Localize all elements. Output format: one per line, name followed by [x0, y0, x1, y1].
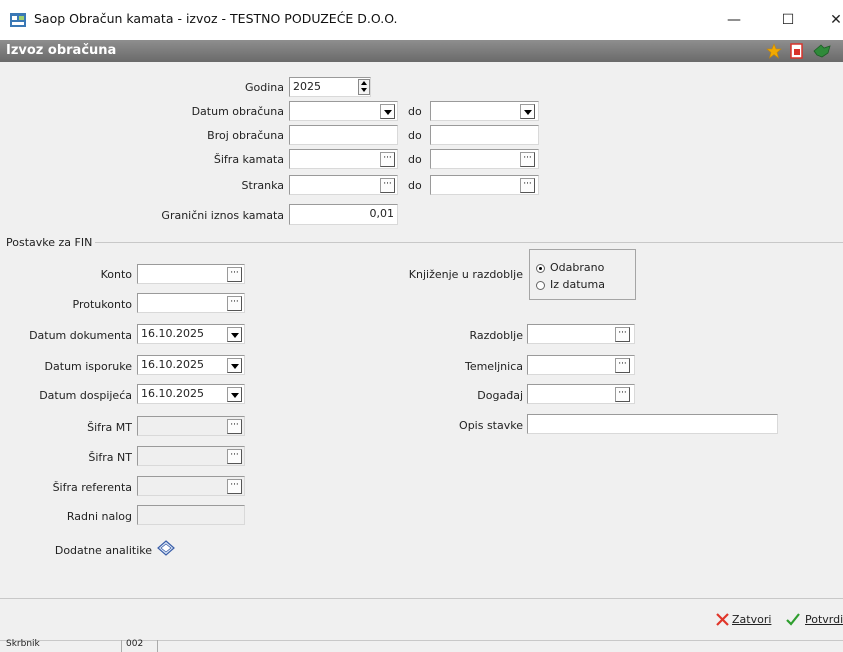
stranka-label: Stranka [241, 179, 284, 192]
knjizenje-radio-group: Odabrano Iz datuma [529, 249, 636, 300]
dodatne-analitike-label: Dodatne analitike [54, 544, 152, 557]
dogadaj-label: Događaj [477, 389, 523, 402]
sifra-kamata-label: Šifra kamata [213, 153, 284, 166]
dogadaj-lookup-button[interactable]: ··· [615, 387, 630, 402]
sifra-mt-label: Šifra MT [87, 421, 132, 434]
sifra-kamata-from-lookup-button[interactable]: ··· [380, 152, 395, 167]
datum-obracuna-to-dropdown[interactable] [520, 104, 535, 119]
status-bar: Skrbnik 002 [0, 639, 843, 652]
star-icon[interactable] [766, 43, 782, 59]
form-header: Izvoz obračuna [0, 40, 843, 62]
godina-label: Godina [244, 81, 284, 94]
close-icon [716, 613, 729, 626]
godina-spinner[interactable] [358, 79, 370, 95]
opis-stavke-input[interactable] [527, 414, 778, 434]
radio-iz-datuma-label[interactable]: Iz datuma [550, 278, 605, 291]
section-title: Postavke za FIN [6, 236, 96, 249]
checkmark-icon [786, 613, 800, 626]
temeljnica-label: Temeljnica [464, 360, 523, 373]
zatvori-label[interactable]: Zatvori [732, 613, 771, 626]
document-icon[interactable] [790, 43, 804, 59]
potvrdi-button[interactable]: Potvrdi [786, 611, 843, 629]
status-code: 002 [126, 639, 144, 649]
broj-obracuna-from[interactable] [289, 125, 398, 145]
temeljnica-lookup-button[interactable]: ··· [615, 358, 630, 373]
do-label: do [408, 153, 422, 166]
protukonto-label: Protukonto [72, 298, 132, 311]
opis-stavke-label: Opis stavke [459, 419, 523, 432]
sifra-nt-label: Šifra NT [88, 451, 132, 464]
radni-nalog-input[interactable] [137, 505, 245, 525]
datum-obracuna-from-dropdown[interactable] [380, 104, 395, 119]
sifra-kamata-to-lookup-button[interactable]: ··· [520, 152, 535, 167]
radio-iz-datuma[interactable] [536, 281, 545, 290]
knjizenje-label: Knjiženje u razdoblje [408, 268, 523, 281]
granicni-iznos-label: Granični iznos kamata [161, 209, 284, 222]
datum-dospijeca-label: Datum dospijeća [39, 389, 132, 402]
status-user-label: Skrbnik [6, 639, 40, 649]
app-icon [10, 13, 26, 27]
window-titlebar: Saop Obračun kamata - izvoz - TESTNO POD… [0, 0, 843, 40]
datum-dokumenta-dropdown[interactable] [227, 327, 242, 342]
datum-isporuke-label: Datum isporuke [44, 360, 132, 373]
close-window-button[interactable]: ✕ [826, 10, 843, 30]
form-title: Izvoz obračuna [6, 43, 117, 58]
datum-obracuna-label: Datum obračuna [191, 105, 284, 118]
minimize-button[interactable]: — [724, 10, 744, 30]
section-divider [67, 242, 843, 243]
radio-odabrano-label[interactable]: Odabrano [550, 261, 604, 274]
protukonto-lookup-button[interactable]: ··· [227, 296, 242, 311]
diamond-icon[interactable] [157, 540, 175, 556]
radni-nalog-label: Radni nalog [66, 510, 132, 523]
shape-icon[interactable] [812, 43, 832, 59]
sifra-referenta-lookup-button[interactable]: ··· [227, 479, 242, 494]
razdoblje-label: Razdoblje [469, 329, 524, 342]
status-divider [157, 640, 158, 652]
broj-obracuna-to[interactable] [430, 125, 539, 145]
sifra-nt-lookup-button[interactable]: ··· [227, 449, 242, 464]
stranka-from-lookup-button[interactable]: ··· [380, 178, 395, 193]
footer-bar: Zatvori Potvrdi [0, 598, 843, 640]
potvrdi-label[interactable]: Potvrdi [805, 613, 843, 626]
broj-obracuna-label: Broj obračuna [207, 129, 284, 142]
sifra-mt-lookup-button[interactable]: ··· [227, 419, 242, 434]
zatvori-button[interactable]: Zatvori [716, 611, 796, 629]
window-title: Saop Obračun kamata - izvoz - TESTNO POD… [34, 11, 398, 26]
datum-dospijeca-dropdown[interactable] [227, 387, 242, 402]
stranka-to-lookup-button[interactable]: ··· [520, 178, 535, 193]
datum-dokumenta-label: Datum dokumenta [29, 329, 132, 342]
konto-lookup-button[interactable]: ··· [227, 267, 242, 282]
konto-label: Konto [100, 268, 132, 281]
do-label: do [408, 105, 422, 118]
maximize-button[interactable]: ☐ [778, 10, 798, 30]
do-label: do [408, 179, 422, 192]
granicni-iznos-input[interactable]: 0,01 [289, 204, 398, 225]
do-label: do [408, 129, 422, 142]
sifra-referenta-label: Šifra referenta [52, 481, 132, 494]
razdoblje-lookup-button[interactable]: ··· [615, 327, 630, 342]
datum-isporuke-dropdown[interactable] [227, 358, 242, 373]
radio-odabrano[interactable] [536, 264, 545, 273]
spinner-up-icon[interactable] [361, 81, 367, 85]
status-divider [121, 640, 122, 652]
spinner-down-icon[interactable] [361, 88, 367, 92]
